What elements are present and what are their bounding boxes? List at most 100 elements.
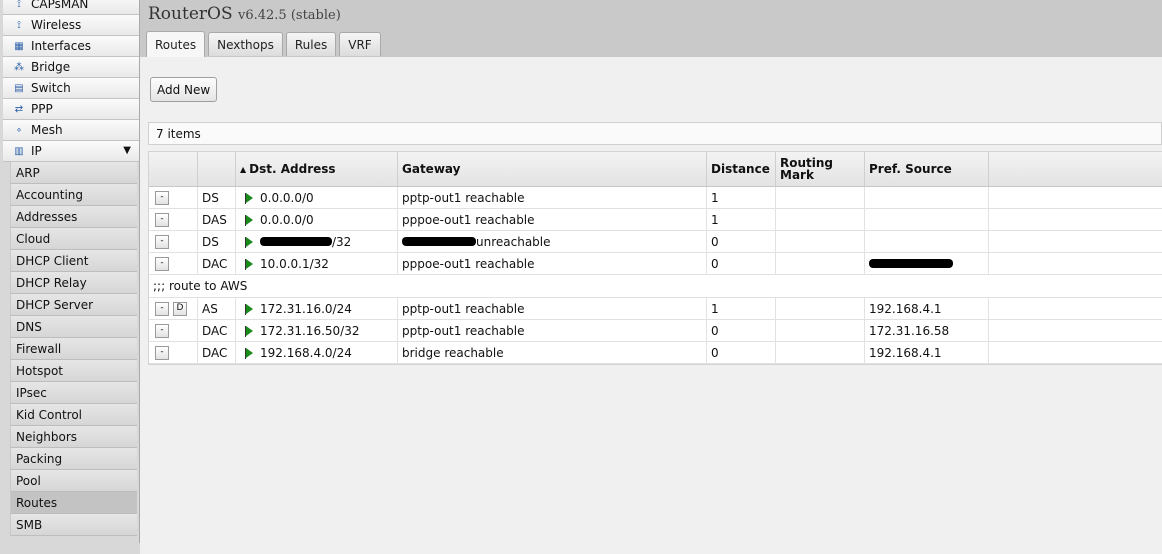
sidebar-subitem-packing[interactable]: Packing	[10, 448, 137, 470]
sidebar-subitem-neighbors[interactable]: Neighbors	[10, 426, 137, 448]
dst-cell: /32	[236, 231, 398, 252]
flag-icon	[245, 347, 253, 359]
distance-cell: 1	[707, 187, 776, 208]
remove-button[interactable]: -	[155, 234, 169, 249]
sidebar-item-wireless[interactable]: ⟟ Wireless	[3, 15, 140, 36]
sidebar-subitem-hotspot[interactable]: Hotspot	[10, 360, 137, 382]
tab-routes[interactable]: Routes	[146, 31, 206, 57]
flags-cell: DAS	[198, 209, 236, 230]
sidebar: ⟟ CAPsMAN ⟟ Wireless ▦ Interfaces ⁂ Bridge ▤…	[0, 0, 140, 554]
filler-cell	[989, 231, 1162, 252]
dst-cell: 192.168.4.0/24	[236, 342, 398, 363]
main-panel: Add New 7 items ▲ Dst. Address Gateway Di…	[141, 57, 1162, 543]
sidebar-item-capsman[interactable]: ⟟ CAPsMAN	[3, 0, 140, 15]
tab-nexthops[interactable]: Nexthops	[208, 32, 283, 56]
table-row[interactable]: -D AS 172.31.16.0/24 pptp-out1 reachable…	[149, 298, 1162, 320]
col-header-flags[interactable]	[198, 152, 236, 186]
distance-cell: 0	[707, 342, 776, 363]
row-actions: -D	[149, 298, 198, 319]
sidebar-item-ppp[interactable]: ⇄ PPP	[3, 99, 140, 120]
switch-icon: ▤	[14, 82, 24, 94]
col-header-distance[interactable]: Distance	[707, 152, 776, 186]
table-row[interactable]: - DAC 192.168.4.0/24 bridge reachable 0 …	[149, 342, 1162, 364]
col-header-routing-mark[interactable]: Routing Mark	[776, 152, 865, 186]
distance-cell: 0	[707, 231, 776, 252]
remove-button[interactable]: -	[155, 345, 169, 360]
sidebar-subitem-routes[interactable]: Routes	[10, 492, 137, 514]
remove-button[interactable]: -	[155, 256, 169, 271]
gateway-cell: pptp-out1 reachable	[398, 298, 707, 319]
routing-mark-cell	[776, 342, 865, 363]
sidebar-subitem-firewall[interactable]: Firewall	[10, 338, 137, 360]
sidebar-item-ip[interactable]: ▥ IP ▼	[3, 141, 140, 162]
sidebar-subitem-cloud[interactable]: Cloud	[10, 228, 137, 250]
sidebar-subitem-addresses[interactable]: Addresses	[10, 206, 137, 228]
dst-cell: 172.31.16.50/32	[236, 320, 398, 341]
sidebar-subitem-kid-control[interactable]: Kid Control	[10, 404, 137, 426]
remove-button[interactable]: -	[155, 190, 169, 205]
filler-cell	[989, 187, 1162, 208]
routing-mark-cell	[776, 298, 865, 319]
routing-mark-cell	[776, 187, 865, 208]
dst-cell: 172.31.16.0/24	[236, 298, 398, 319]
row-actions: -	[149, 342, 198, 363]
disable-button[interactable]: D	[173, 301, 187, 316]
sidebar-subitem-dhcp-server[interactable]: DHCP Server	[10, 294, 137, 316]
sidebar-divider	[139, 0, 140, 543]
sidebar-subitem-dhcp-relay[interactable]: DHCP Relay	[10, 272, 137, 294]
pref-source-cell: 192.168.4.1	[865, 298, 989, 319]
flags-cell: DAC	[198, 320, 236, 341]
gateway-text: unreachable	[476, 234, 551, 249]
remove-button[interactable]: -	[155, 301, 169, 316]
table-row[interactable]: - DS 0.0.0.0/0 pptp-out1 reachable 1	[149, 187, 1162, 209]
row-actions: -	[149, 209, 198, 230]
tab-rules[interactable]: Rules	[285, 32, 337, 56]
sidebar-subitem-dns[interactable]: DNS	[10, 316, 137, 338]
sidebar-item-interfaces[interactable]: ▦ Interfaces	[3, 36, 140, 57]
sidebar-subitem-dhcp-client[interactable]: DHCP Client	[10, 250, 137, 272]
page-title: RouterOS v6.42.5 (stable)	[148, 4, 341, 24]
filler-cell	[989, 298, 1162, 319]
item-count: 7 items	[148, 122, 1162, 145]
dst-address: 192.168.4.0/24	[260, 345, 352, 360]
flag-icon	[245, 258, 253, 270]
sidebar-subitem-accounting[interactable]: Accounting	[10, 184, 137, 206]
capsman-icon: ⟟	[17, 0, 21, 10]
col-header-gateway[interactable]: Gateway	[398, 152, 707, 186]
dst-address: /32	[332, 234, 352, 249]
pref-source-cell: 172.31.16.58	[865, 320, 989, 341]
dst-address: 0.0.0.0/0	[260, 190, 314, 205]
sort-asc-icon: ▲	[240, 164, 247, 174]
app-title: RouterOS	[148, 4, 233, 24]
tab-vrf[interactable]: VRF	[339, 32, 381, 56]
col-header-dst-address[interactable]: ▲ Dst. Address	[236, 152, 398, 186]
filler-cell	[989, 320, 1162, 341]
remove-button[interactable]: -	[155, 323, 169, 338]
sidebar-subitem-smb[interactable]: SMB	[10, 514, 137, 536]
sidebar-subitem-ipsec[interactable]: IPsec	[10, 382, 137, 404]
col-header-actions	[149, 152, 198, 186]
routing-mark-cell	[776, 253, 865, 274]
table-row[interactable]: - DAC 172.31.16.50/32 pptp-out1 reachabl…	[149, 320, 1162, 342]
remove-button[interactable]: -	[155, 212, 169, 227]
ip-icon: ▥	[14, 145, 24, 157]
sidebar-item-mesh[interactable]: ∘ Mesh	[3, 120, 140, 141]
chevron-down-icon[interactable]: ▼	[123, 145, 131, 156]
dst-address: 10.0.0.1/32	[260, 256, 329, 271]
add-new-button[interactable]: Add New	[150, 77, 218, 102]
flag-icon	[245, 303, 253, 315]
table-row[interactable]: - DAS 0.0.0.0/0 pppoe-out1 reachable 1	[149, 209, 1162, 231]
sidebar-subitem-pool[interactable]: Pool	[10, 470, 137, 492]
sidebar-item-switch[interactable]: ▤ Switch	[3, 78, 140, 99]
table-row[interactable]: - DS /32 unreachable 0	[149, 231, 1162, 253]
row-actions: -	[149, 320, 198, 341]
sidebar-item-bridge[interactable]: ⁂ Bridge	[3, 57, 140, 78]
sidebar-item-label: Interfaces	[31, 39, 91, 53]
table-row[interactable]: - DAC 10.0.0.1/32 pppoe-out1 reachable 0	[149, 253, 1162, 275]
filler-cell	[989, 342, 1162, 363]
sidebar-subitem-arp[interactable]: ARP	[10, 162, 137, 184]
col-header-pref-source[interactable]: Pref. Source	[865, 152, 989, 186]
distance-cell: 1	[707, 298, 776, 319]
routes-table: ▲ Dst. Address Gateway Distance Routing M…	[148, 151, 1162, 365]
sidebar-item-label: Bridge	[31, 60, 71, 74]
